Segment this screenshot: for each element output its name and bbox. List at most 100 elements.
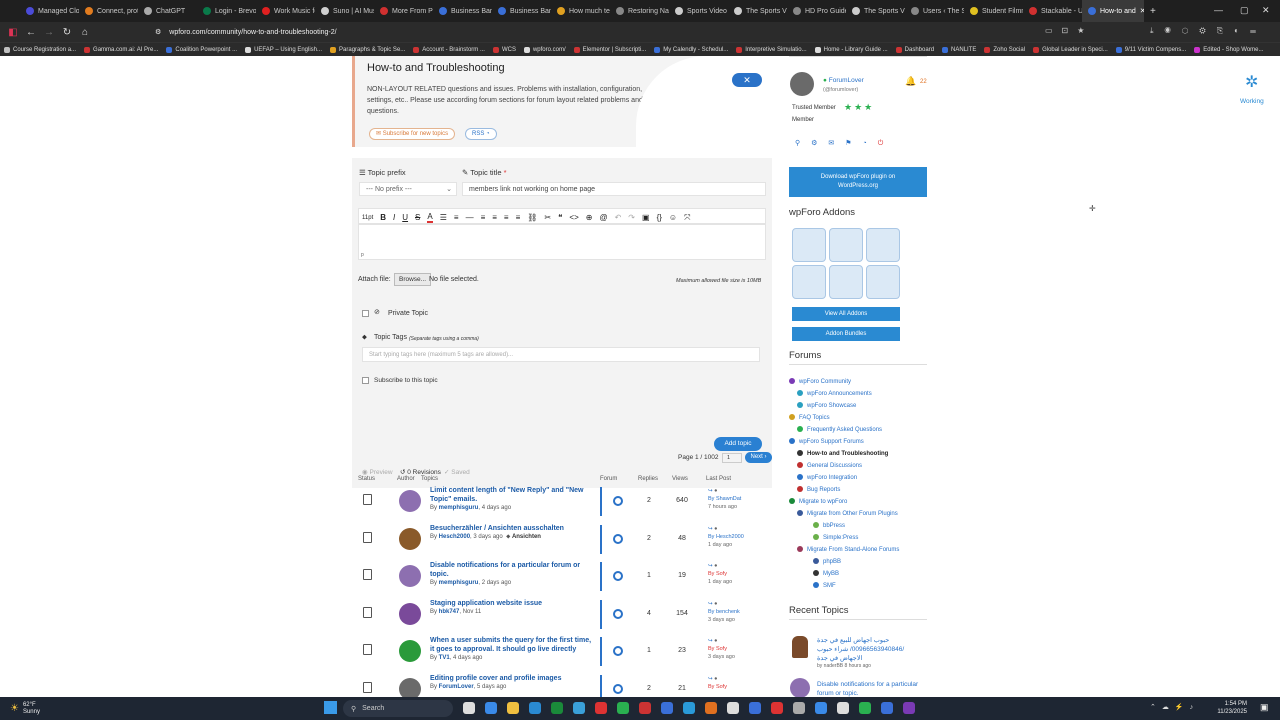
bullet-list-icon[interactable]: ☰ — [440, 213, 447, 222]
bookmark-item[interactable]: Global Leader in Speci... — [1033, 46, 1108, 53]
forum-link[interactable]: Frequently Asked Questions — [797, 426, 882, 433]
bookmark-item[interactable]: Coalition Powerpoint ... — [166, 46, 237, 53]
insert-icon[interactable]: ⊕ — [586, 213, 593, 222]
topic-title-link[interactable]: Editing profile cover and profile images — [430, 674, 595, 683]
bookmark-item[interactable]: wpforo.com/ — [523, 46, 566, 53]
user-action-icons[interactable]: ⚲⚙✉⚑◔⏻ — [795, 139, 894, 148]
align-right-icon[interactable]: ≡ — [504, 213, 509, 222]
addon-tile[interactable] — [792, 228, 826, 262]
close-form-button[interactable]: ✕ — [732, 73, 762, 87]
forum-globe-icon[interactable] — [613, 496, 623, 506]
bell-icon[interactable]: 🔔 — [905, 76, 916, 87]
bookmark-item[interactable]: UEFAP – Using English... — [245, 46, 322, 53]
source-code-icon[interactable]: {} — [657, 213, 662, 222]
code-icon[interactable]: <> — [569, 213, 578, 222]
minimize-icon[interactable]: — — [1214, 5, 1223, 15]
editor-body[interactable]: p — [358, 224, 766, 260]
pinned-app-icon[interactable] — [815, 702, 827, 714]
underline-icon[interactable]: U — [402, 213, 408, 222]
last-post-info[interactable]: ↪ ● By ShawnDat 7 hours ago — [708, 487, 768, 511]
topic-title-link[interactable]: Staging application website issue — [430, 599, 595, 608]
topic-title-link[interactable]: Disable notifications for a particular f… — [430, 561, 595, 579]
addon-tile[interactable] — [866, 228, 900, 262]
italic-icon[interactable]: I — [393, 213, 395, 222]
site-info-icon[interactable]: ⚙ — [155, 28, 161, 36]
prefix-select[interactable]: --- No prefix --- ⌄ — [359, 182, 457, 196]
bookmark-item[interactable]: WCS — [492, 46, 516, 53]
number-list-icon[interactable]: ≡ — [454, 213, 459, 222]
topic-title-link[interactable]: When a user submits the query for the fi… — [430, 636, 595, 654]
pinned-app-icon[interactable] — [529, 702, 541, 714]
forum-link[interactable]: Bug Reports — [797, 486, 840, 493]
forum-link[interactable]: Migrate to wpForo — [789, 498, 847, 505]
browser-tab[interactable]: The Sports Vid — [728, 0, 787, 22]
browser-tab[interactable]: Stackable - Ul — [1023, 0, 1082, 22]
author-avatar[interactable] — [399, 490, 421, 512]
justify-icon[interactable]: ≡ — [516, 213, 521, 222]
pinned-app-icon[interactable] — [881, 702, 893, 714]
last-post-info[interactable]: ↪ ● By Sofy 1 day ago — [708, 562, 768, 586]
forum-globe-icon[interactable] — [613, 646, 623, 656]
pinned-app-icon[interactable] — [793, 702, 805, 714]
last-post-info[interactable]: ↪ ● By Hesch2000 1 day ago — [708, 525, 768, 549]
pinned-app-icon[interactable] — [683, 702, 695, 714]
download-plugin-button[interactable]: Download wpForo plugin on WordPress.org — [789, 167, 927, 197]
add-topic-button[interactable]: Add topic — [714, 437, 762, 451]
reload-icon[interactable]: ↻ — [58, 27, 76, 38]
addon-tile[interactable] — [829, 265, 863, 299]
weather-widget[interactable]: 62°F Sunny — [23, 702, 40, 716]
browser-tab[interactable]: Student Filmm — [964, 0, 1023, 22]
forum-link[interactable]: Migrate from Other Forum Plugins — [797, 510, 898, 517]
fullscreen-icon[interactable]: ⤧ — [684, 213, 690, 223]
topic-title-input[interactable]: members link not working on home page — [462, 182, 766, 196]
redo-icon[interactable]: ↷ — [628, 213, 635, 222]
pinned-app-icon[interactable] — [661, 702, 673, 714]
bookmark-item[interactable]: Interpretive Simulatio... — [736, 46, 807, 53]
bookmark-item[interactable]: Course Registration a... — [4, 46, 76, 53]
back-icon[interactable]: ← — [22, 27, 40, 38]
forum-link[interactable]: General Discussions — [797, 462, 862, 469]
taskbar-search[interactable]: ⚲ Search — [343, 700, 453, 717]
new-tab-icon[interactable]: + — [1150, 6, 1156, 17]
forward-icon[interactable]: → — [40, 27, 58, 38]
forum-link[interactable]: Migrate From Stand-Alone Forums — [797, 546, 899, 553]
system-tray-icons[interactable]: ⌃☁⚡♪ — [1150, 703, 1199, 711]
forum-link[interactable]: wpForo Showcase — [797, 402, 856, 409]
browser-tab[interactable]: How much tec — [551, 0, 610, 22]
extensions-icons[interactable]: ⤓◉⬡⚙⎘◐☰ — [1150, 26, 1267, 36]
pinned-app-icon[interactable] — [859, 702, 871, 714]
pinned-app-icon[interactable] — [485, 702, 497, 714]
forum-link[interactable]: MyBB — [813, 570, 839, 577]
browse-button[interactable]: Browse... — [394, 273, 432, 286]
browser-tab[interactable]: Connect, prot — [79, 0, 138, 22]
url-field[interactable]: wpforo.com/community/how-to-and-troubles… — [169, 29, 336, 36]
addon-tile[interactable] — [866, 265, 900, 299]
pinned-app-icon[interactable] — [573, 702, 585, 714]
bookmark-item[interactable]: Dashboard — [895, 46, 934, 53]
bookmark-item[interactable]: Account - Brainstorm ... — [413, 46, 485, 53]
forum-link[interactable]: phpBB — [813, 558, 841, 565]
browser-tab[interactable]: Work Music fo — [256, 0, 315, 22]
font-size-button[interactable]: 11pt — [362, 215, 373, 221]
addon-bundles-button[interactable]: Addon Bundles — [792, 327, 900, 341]
browser-tab[interactable]: Login - Brevo — [197, 0, 256, 22]
bold-icon[interactable]: B — [380, 213, 386, 222]
sidebar-toggle-icon[interactable]: ◧ — [4, 27, 22, 38]
pinned-app-icon[interactable] — [639, 702, 651, 714]
bookmark-item[interactable]: 9/11 Victim Compens... — [1115, 46, 1186, 53]
forum-globe-icon[interactable] — [613, 571, 623, 581]
recent-topic-link[interactable]: حبوب اجهاض للبيع في جدة /00966563940846/… — [817, 636, 917, 663]
pinned-app-icon[interactable] — [903, 702, 915, 714]
hr-icon[interactable]: — — [466, 213, 474, 222]
close-window-icon[interactable]: ✕ — [1262, 5, 1270, 16]
browser-tab[interactable]: Business Banki — [433, 0, 492, 22]
pinned-app-icon[interactable] — [727, 702, 739, 714]
weather-icon[interactable]: ☀ — [10, 703, 19, 714]
author-avatar[interactable] — [399, 603, 421, 625]
home-icon[interactable]: ⌂ — [76, 27, 94, 38]
browser-tab[interactable]: How-to and ✕ — [1082, 0, 1144, 22]
subscribe-topics-button[interactable]: ✉ Subscribe for new topics — [369, 128, 456, 140]
browser-tab[interactable]: Managed Clo — [20, 0, 79, 22]
author-avatar[interactable] — [399, 565, 421, 587]
notifications-icon[interactable]: ▣ — [1260, 702, 1269, 713]
